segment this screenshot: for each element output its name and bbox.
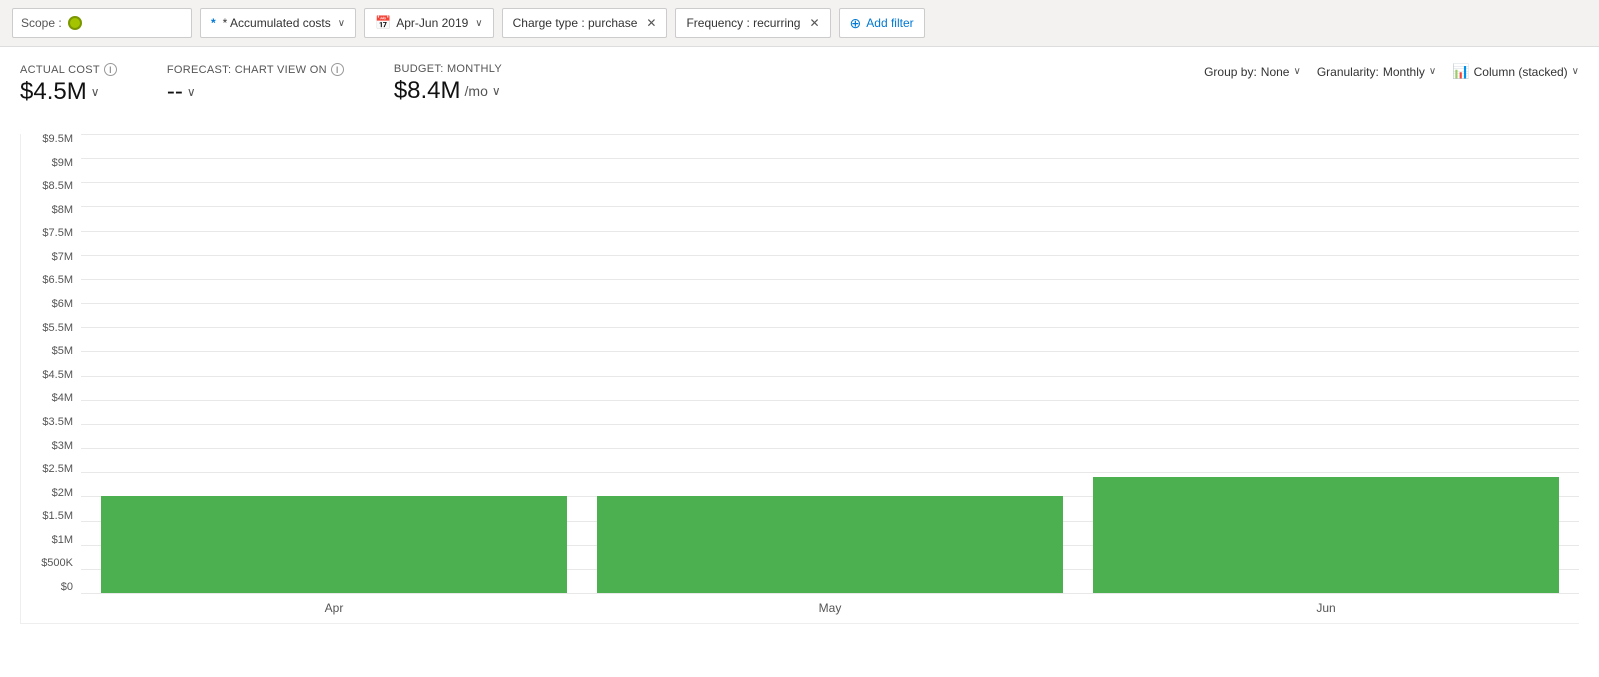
- scope-selector[interactable]: Scope :: [12, 8, 192, 38]
- accumulated-costs-filter[interactable]: * * Accumulated costs ∨: [200, 8, 356, 38]
- granularity-chevron: ∨: [1429, 66, 1436, 77]
- asterisk-icon: *: [211, 16, 216, 30]
- x-axis-label: May: [597, 593, 1063, 623]
- y-axis-label: $9M: [52, 158, 73, 169]
- chart-type-icon: 📊: [1452, 63, 1469, 80]
- chart-controls: Group by: None ∨ Granularity: Monthly ∨ …: [1204, 63, 1579, 80]
- toolbar: Scope : * * Accumulated costs ∨ 📅 Apr-Ju…: [0, 0, 1599, 47]
- y-axis-label: $5.5M: [42, 323, 73, 334]
- y-axis-label: $8M: [52, 205, 73, 216]
- granularity-control[interactable]: Granularity: Monthly ∨: [1317, 65, 1436, 79]
- y-axis: $9.5M $9M $8.5M $8M $7.5M $7M $6.5M $6M $5.5M $5M…: [21, 134, 81, 593]
- budget-label: BUDGET: MONTHLY: [394, 63, 502, 75]
- y-axis-label: $9.5M: [42, 134, 73, 145]
- bar: [101, 496, 567, 593]
- chart-type-chevron: ∨: [1572, 66, 1579, 77]
- forecast-label: FORECAST: CHART VIEW ON i: [167, 63, 344, 76]
- accumulated-costs-chevron: ∨: [338, 18, 345, 29]
- accumulated-costs-label: * Accumulated costs: [223, 16, 331, 30]
- charge-type-filter[interactable]: Charge type : purchase ✕: [502, 8, 668, 38]
- date-range-chevron: ∨: [475, 18, 482, 29]
- actual-cost-metric: ACTUAL COST i $4.5M ∨: [20, 63, 117, 106]
- budget-value: $8.4M /mo ∨: [394, 77, 502, 105]
- scope-dot-icon: [68, 16, 82, 30]
- metrics-row: ACTUAL COST i $4.5M ∨ FORECAST: CHART VI…: [20, 63, 502, 106]
- add-filter-label: Add filter: [866, 16, 913, 30]
- y-axis-label: $5M: [52, 346, 73, 357]
- forecast-value: -- ∨: [167, 78, 344, 106]
- group-by-control[interactable]: Group by: None ∨: [1204, 65, 1301, 79]
- add-filter-button[interactable]: ⊕ Add filter: [839, 8, 925, 38]
- frequency-label: Frequency : recurring: [686, 16, 800, 30]
- y-axis-label: $2M: [52, 488, 73, 499]
- group-by-value: None: [1261, 65, 1290, 79]
- x-axis-labels: Apr May Jun: [81, 593, 1579, 623]
- bar-group[interactable]: [597, 134, 1063, 593]
- y-axis-label: $1.5M: [42, 511, 73, 522]
- forecast-metric: FORECAST: CHART VIEW ON i -- ∨: [167, 63, 344, 106]
- y-axis-label: $1M: [52, 535, 73, 546]
- y-axis-label: $500K: [41, 558, 73, 569]
- group-by-label: Group by:: [1204, 65, 1257, 79]
- y-axis-label: $6.5M: [42, 275, 73, 286]
- y-axis-label: $3M: [52, 441, 73, 452]
- chart-type-value: Column (stacked): [1474, 65, 1568, 79]
- actual-cost-info-icon[interactable]: i: [104, 63, 117, 76]
- y-axis-label: $6M: [52, 299, 73, 310]
- x-axis-label: Apr: [101, 593, 567, 623]
- main-content: ACTUAL COST i $4.5M ∨ FORECAST: CHART VI…: [0, 47, 1599, 677]
- y-axis-label: $3.5M: [42, 417, 73, 428]
- budget-metric: BUDGET: MONTHLY $8.4M /mo ∨: [394, 63, 502, 105]
- top-bar: ACTUAL COST i $4.5M ∨ FORECAST: CHART VI…: [20, 63, 1579, 122]
- bar-group[interactable]: [101, 134, 567, 593]
- forecast-info-icon[interactable]: i: [331, 63, 344, 76]
- y-axis-label: $4.5M: [42, 370, 73, 381]
- y-axis-label: $8.5M: [42, 181, 73, 192]
- frequency-filter[interactable]: Frequency : recurring ✕: [675, 8, 830, 38]
- date-range-label: Apr-Jun 2019: [396, 16, 468, 30]
- forecast-chevron[interactable]: ∨: [187, 85, 196, 99]
- date-range-filter[interactable]: 📅 Apr-Jun 2019 ∨: [364, 8, 494, 38]
- chart-area: $9.5M $9M $8.5M $8M $7.5M $7M $6.5M $6M $5.5M $5M…: [20, 134, 1579, 624]
- y-axis-label: $2.5M: [42, 464, 73, 475]
- bars-container: [81, 134, 1579, 593]
- bar-group[interactable]: [1093, 134, 1559, 593]
- bar: [1093, 477, 1559, 593]
- charge-type-close-icon[interactable]: ✕: [646, 16, 656, 30]
- granularity-label: Granularity:: [1317, 65, 1379, 79]
- granularity-value: Monthly: [1383, 65, 1425, 79]
- scope-label: Scope :: [21, 16, 62, 30]
- x-axis-label: Jun: [1093, 593, 1559, 623]
- y-axis-label: $7M: [52, 252, 73, 263]
- charge-type-label: Charge type : purchase: [513, 16, 638, 30]
- budget-suffix: /mo: [465, 83, 488, 99]
- y-axis-label: $0: [61, 582, 73, 593]
- chart-type-control[interactable]: 📊 Column (stacked) ∨: [1452, 63, 1579, 80]
- calendar-icon: 📅: [375, 15, 391, 31]
- add-filter-icon: ⊕: [850, 15, 862, 32]
- group-by-chevron: ∨: [1293, 66, 1300, 77]
- bar: [597, 496, 1063, 593]
- actual-cost-label: ACTUAL COST i: [20, 63, 117, 76]
- y-axis-label: $4M: [52, 393, 73, 404]
- frequency-close-icon[interactable]: ✕: [809, 16, 819, 30]
- y-axis-label: $7.5M: [42, 228, 73, 239]
- actual-cost-chevron[interactable]: ∨: [91, 85, 100, 99]
- budget-chevron[interactable]: ∨: [492, 84, 501, 98]
- actual-cost-value: $4.5M ∨: [20, 78, 117, 106]
